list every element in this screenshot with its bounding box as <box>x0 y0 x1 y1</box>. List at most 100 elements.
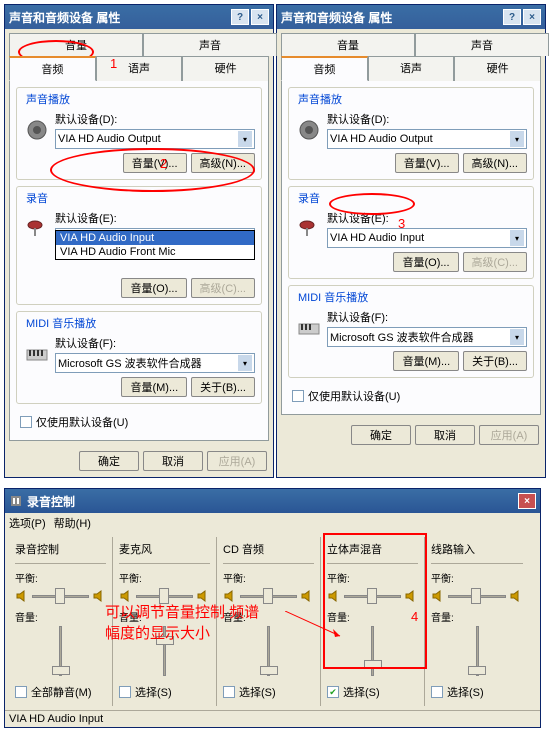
menu-help[interactable]: 帮助(H) <box>54 515 91 531</box>
titlebar[interactable]: 声音和音频设备 属性 ? × <box>5 5 273 29</box>
dropdown-item[interactable]: VIA HD Audio Front Mic <box>56 245 254 259</box>
playback-legend: 声音播放 <box>23 91 73 107</box>
mixer-channel: 线路输入 平衡: 音量: 选择(S) <box>425 537 529 706</box>
only-default-checkbox[interactable] <box>20 416 32 428</box>
select-row[interactable]: 选择(S) <box>119 682 210 702</box>
only-default-row[interactable]: 仅使用默认设备(U) <box>288 384 534 408</box>
select-checkbox[interactable] <box>431 686 443 698</box>
channel-title: 麦克风 <box>119 541 210 557</box>
balance-label: 平衡: <box>431 570 523 585</box>
playback-advanced-button[interactable]: 高级(N)... <box>463 153 527 173</box>
speaker-left-icon <box>431 589 445 603</box>
midi-about-button[interactable]: 关于(B)... <box>463 351 527 371</box>
ok-button[interactable]: 确定 <box>79 451 139 471</box>
volume-label: 音量: <box>431 609 523 624</box>
speaker-right-icon <box>92 589 106 603</box>
midi-icon <box>295 316 323 340</box>
tab-hardware[interactable]: 硬件 <box>454 56 541 81</box>
midi-volume-button[interactable]: 音量(M)... <box>121 377 187 397</box>
record-advanced-button: 高级(C)... <box>191 278 255 298</box>
midi-volume-button[interactable]: 音量(M)... <box>393 351 459 371</box>
tab-voice[interactable]: 语声 <box>96 56 183 81</box>
tab-sounds[interactable]: 声音 <box>415 33 549 56</box>
annotation-note: 可以调节音量控制 频谱 幅度的显示大小 <box>105 601 259 643</box>
tabs-row-top: 音量 声音 <box>9 33 277 56</box>
playback-advanced-button[interactable]: 高级(N)... <box>191 153 255 173</box>
select-row[interactable]: ✔ 选择(S) <box>327 682 418 702</box>
select-checkbox[interactable] <box>223 686 235 698</box>
playback-volume-button[interactable]: 音量(V)... <box>123 153 187 173</box>
cancel-button[interactable]: 取消 <box>415 425 475 445</box>
select-label: 选择(S) <box>135 684 172 700</box>
midi-legend: MIDI 音乐播放 <box>23 315 99 331</box>
volume-slider[interactable] <box>15 626 106 682</box>
close-button[interactable]: × <box>523 9 541 25</box>
speaker-right-icon <box>404 589 418 603</box>
mixer-icon <box>9 494 23 508</box>
select-checkbox[interactable] <box>119 686 131 698</box>
window-title: 声音和音频设备 属性 <box>9 9 229 26</box>
mixer-channel: 录音控制 平衡: 音量: 全部静音(M) <box>9 537 113 706</box>
select-row[interactable]: 选择(S) <box>223 682 314 702</box>
menu-options[interactable]: 选项(P) <box>9 515 46 531</box>
dropdown-item[interactable]: VIA HD Audio Input <box>56 231 254 245</box>
playback-device-select[interactable]: VIA HD Audio Output▾ <box>327 129 527 149</box>
titlebar[interactable]: 录音控制 × <box>5 489 540 513</box>
statusbar: VIA HD Audio Input <box>5 710 540 727</box>
close-button[interactable]: × <box>251 9 269 25</box>
tab-content: 声音播放 默认设备(D): VIA HD Audio Output ▾ 音量(V… <box>9 81 269 441</box>
select-row[interactable]: 全部静音(M) <box>15 682 106 702</box>
midi-device-select[interactable]: Microsoft GS 波表软件合成器▾ <box>327 327 527 347</box>
volume-slider[interactable] <box>431 626 523 682</box>
annotation-arrow <box>285 611 345 641</box>
select-label: 选择(S) <box>239 684 276 700</box>
playback-label: 默认设备(D): <box>55 111 255 127</box>
midi-icon <box>23 342 51 366</box>
tab-sounds[interactable]: 声音 <box>143 33 277 56</box>
audio-properties-dialog-right: 声音和音频设备 属性 ? × 音量 声音 音频 语声 硬件 声音播放 默认设备(… <box>276 4 546 478</box>
chevron-down-icon: ▾ <box>238 355 252 371</box>
microphone-icon <box>23 217 51 241</box>
titlebar[interactable]: 声音和音频设备 属性 ? × <box>277 5 545 29</box>
help-button[interactable]: ? <box>503 9 521 25</box>
channel-title: 录音控制 <box>15 541 106 557</box>
tab-volume[interactable]: 音量 <box>9 33 143 56</box>
select-checkbox[interactable] <box>15 686 27 698</box>
select-checkbox[interactable]: ✔ <box>327 686 339 698</box>
recording-control-dialog: 录音控制 × 选项(P) 帮助(H) 录音控制 平衡: 音量: 全部静音(M) … <box>4 488 541 728</box>
midi-about-button[interactable]: 关于(B)... <box>191 377 255 397</box>
apply-button: 应用(A) <box>207 451 267 471</box>
only-default-checkbox[interactable] <box>292 390 304 402</box>
tab-hardware[interactable]: 硬件 <box>182 56 269 81</box>
tabs-row-bottom: 音频 语声 硬件 <box>9 56 269 81</box>
speaker-icon <box>295 118 323 142</box>
record-volume-button[interactable]: 音量(O)... <box>393 252 458 272</box>
menubar: 选项(P) 帮助(H) <box>5 513 540 533</box>
chevron-down-icon: ▾ <box>510 131 524 147</box>
playback-group: 声音播放 默认设备(D): VIA HD Audio Output▾ 音量(V)… <box>288 87 534 180</box>
midi-device-select[interactable]: Microsoft GS 波表软件合成器 ▾ <box>55 353 255 373</box>
tab-audio[interactable]: 音频 <box>9 56 96 81</box>
midi-group: MIDI 音乐播放 默认设备(F): Microsoft GS 波表软件合成器 … <box>16 311 262 404</box>
tab-volume[interactable]: 音量 <box>281 33 415 56</box>
help-button[interactable]: ? <box>231 9 249 25</box>
only-default-row[interactable]: 仅使用默认设备(U) <box>16 410 262 434</box>
playback-volume-button[interactable]: 音量(V)... <box>395 153 459 173</box>
window-title: 录音控制 <box>27 493 516 510</box>
midi-label: 默认设备(F): <box>55 335 255 351</box>
record-device-dropdown: VIA HD Audio Input VIA HD Audio Front Mi… <box>55 230 255 260</box>
apply-button: 应用(A) <box>479 425 539 445</box>
record-advanced-button: 高级(C)... <box>463 252 527 272</box>
tab-audio[interactable]: 音频 <box>281 56 368 81</box>
close-button[interactable]: × <box>518 493 536 509</box>
record-legend: 录音 <box>23 190 51 206</box>
tab-voice[interactable]: 语声 <box>368 56 455 81</box>
select-row[interactable]: 选择(S) <box>431 682 523 702</box>
balance-label: 平衡: <box>15 570 106 585</box>
ok-button[interactable]: 确定 <box>351 425 411 445</box>
record-volume-button[interactable]: 音量(O)... <box>121 278 186 298</box>
playback-device-select[interactable]: VIA HD Audio Output ▾ <box>55 129 255 149</box>
mixer-body: 录音控制 平衡: 音量: 全部静音(M) 麦克风 平衡: <box>5 533 540 710</box>
record-device-select[interactable]: VIA HD Audio Input▾ <box>327 228 527 248</box>
cancel-button[interactable]: 取消 <box>143 451 203 471</box>
